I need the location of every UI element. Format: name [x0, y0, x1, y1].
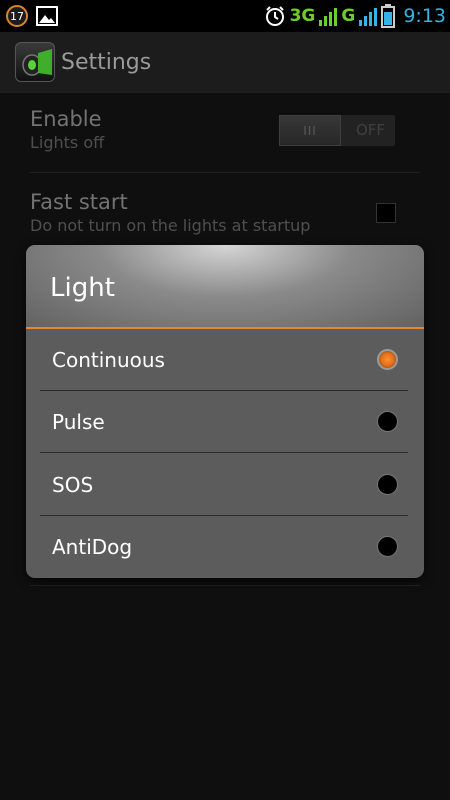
option-label: AntiDog [52, 535, 133, 559]
radio-unselected-icon[interactable] [377, 411, 398, 432]
dialog-header: Light [26, 245, 424, 329]
light-app-icon[interactable] [15, 42, 55, 82]
network-g-label: G [341, 6, 356, 26]
option-pulse[interactable]: Pulse [40, 391, 408, 453]
signal-icon [319, 8, 338, 26]
radio-unselected-icon[interactable] [377, 474, 398, 495]
radio-selected-icon[interactable] [377, 349, 398, 370]
battery-icon [381, 4, 396, 28]
option-sos[interactable]: SOS [40, 454, 408, 516]
option-continuous[interactable]: Continuous [40, 329, 408, 391]
alarm-icon [265, 6, 284, 26]
signal-icon [359, 8, 378, 26]
option-label: SOS [52, 473, 94, 497]
gallery-icon [36, 6, 58, 26]
page-title: Settings [61, 49, 152, 75]
dialog-title: Light [50, 273, 115, 303]
clock-time: 9:13 [403, 5, 446, 27]
option-divider [40, 452, 408, 453]
radio-unselected-icon[interactable] [377, 536, 398, 557]
option-antidog[interactable]: AntiDog [40, 516, 408, 578]
option-label: Continuous [52, 348, 165, 372]
option-label: Pulse [52, 410, 105, 434]
notification-count-badge: 17 [6, 5, 28, 27]
status-bar: 17 3G G 9:13 [0, 0, 450, 32]
light-dialog: Light Continuous Pulse SOS AntiDog [26, 245, 424, 578]
action-bar: Settings [0, 32, 450, 93]
network-3g-label: 3G [289, 6, 316, 26]
